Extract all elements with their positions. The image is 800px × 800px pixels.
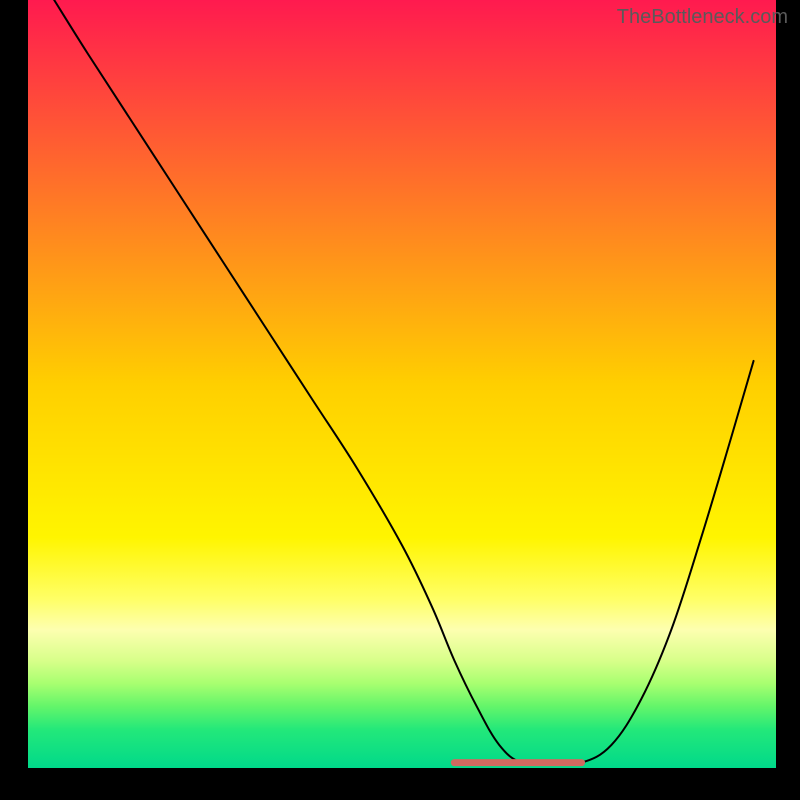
watermark-text: TheBottleneck.com [617, 6, 788, 29]
chart-container: TheBottleneck.com [0, 0, 800, 800]
bottleneck-chart [0, 0, 800, 800]
